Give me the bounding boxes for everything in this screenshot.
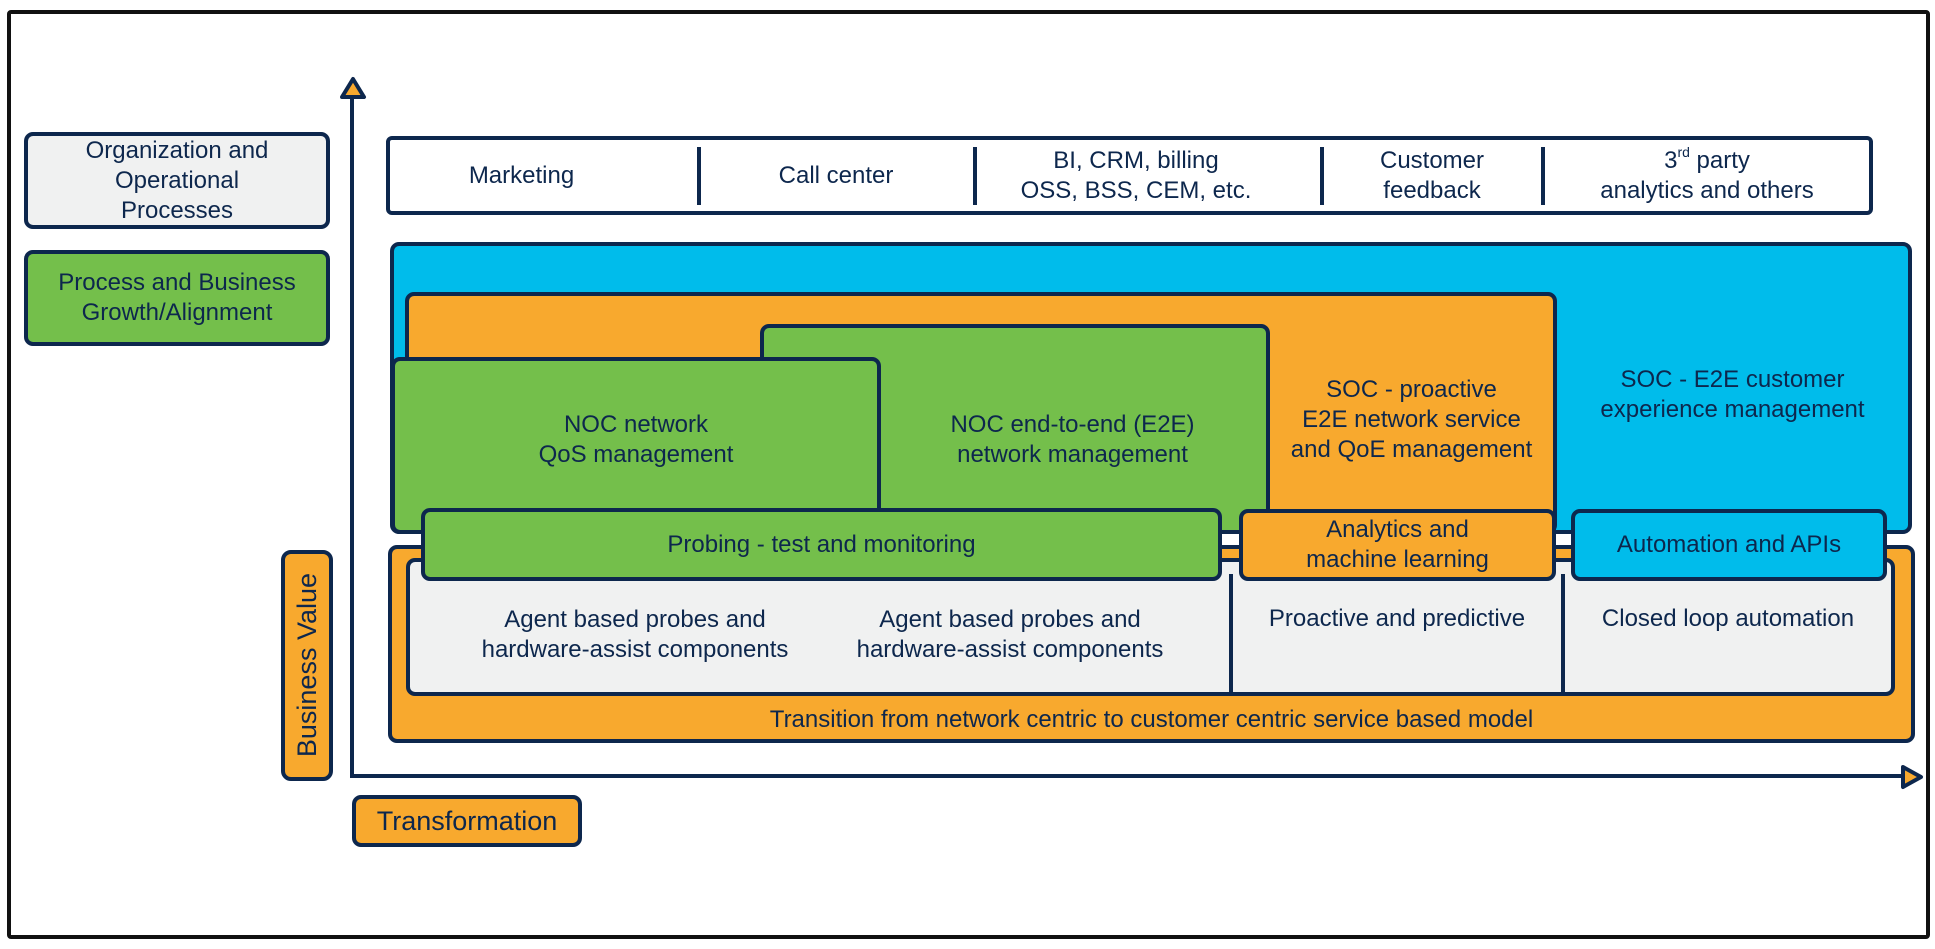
- y-axis-line: [350, 88, 354, 778]
- agent-probes-label-2: Agent based probes and hardware-assist c…: [856, 606, 1164, 663]
- x-axis-label-box: Transformation: [352, 795, 582, 847]
- analytics-ml-label: Analytics and machine learning: [1306, 516, 1489, 573]
- legend-organization-operational: Organization and Operational Processes: [24, 132, 330, 229]
- x-axis-line: [350, 774, 1910, 778]
- probing-label: Probing - test and monitoring: [667, 530, 976, 558]
- y-axis-label: Business Value: [292, 573, 322, 758]
- legend-process-business: Process and Business Growth/Alignment: [24, 250, 330, 346]
- noc-network-label: NOC network QoS management: [538, 411, 734, 468]
- source-bi-crm-billing: BI, CRM, billing OSS, BSS, CEM, etc.: [1020, 146, 1252, 204]
- source-customer-feedback: Customer feedback: [1379, 146, 1485, 204]
- soc-proactive-label: SOC - proactive E2E network service and …: [1290, 376, 1533, 463]
- analytics-ml-box: Analytics and machine learning: [1239, 509, 1556, 581]
- source-call-center: Call center: [778, 161, 894, 189]
- automation-apis-box: Automation and APIs: [1571, 509, 1887, 581]
- noc-e2e-label: NOC end-to-end (E2E) network management: [950, 411, 1195, 468]
- legend-process-label: Process and Business Growth/Alignment: [58, 269, 296, 326]
- source-third-party-line2: analytics and others: [1600, 176, 1814, 204]
- source-marketing: Marketing: [468, 161, 575, 189]
- y-axis-arrow-icon: [340, 77, 366, 99]
- x-axis-arrow-icon: [1901, 765, 1923, 789]
- x-axis-label: Transformation: [376, 806, 558, 836]
- y-axis-label-box: Business Value: [281, 550, 333, 781]
- automation-apis-label: Automation and APIs: [1616, 531, 1842, 558]
- proactive-predictive-label: Proactive and predictive: [1268, 605, 1526, 632]
- transition-label: Transition from network centric to custo…: [769, 706, 1534, 733]
- soc-customer-label: SOC - E2E customer experience management: [1600, 366, 1865, 423]
- closed-loop-automation-label: Closed loop automation: [1601, 605, 1855, 632]
- probing-box: Probing - test and monitoring: [421, 508, 1222, 581]
- legend-organization-label: Organization and Operational Processes: [85, 136, 269, 224]
- source-third-party-line1: 3rd party: [1664, 143, 1750, 174]
- source-third-party: 3rd party analytics and others: [1545, 140, 1869, 211]
